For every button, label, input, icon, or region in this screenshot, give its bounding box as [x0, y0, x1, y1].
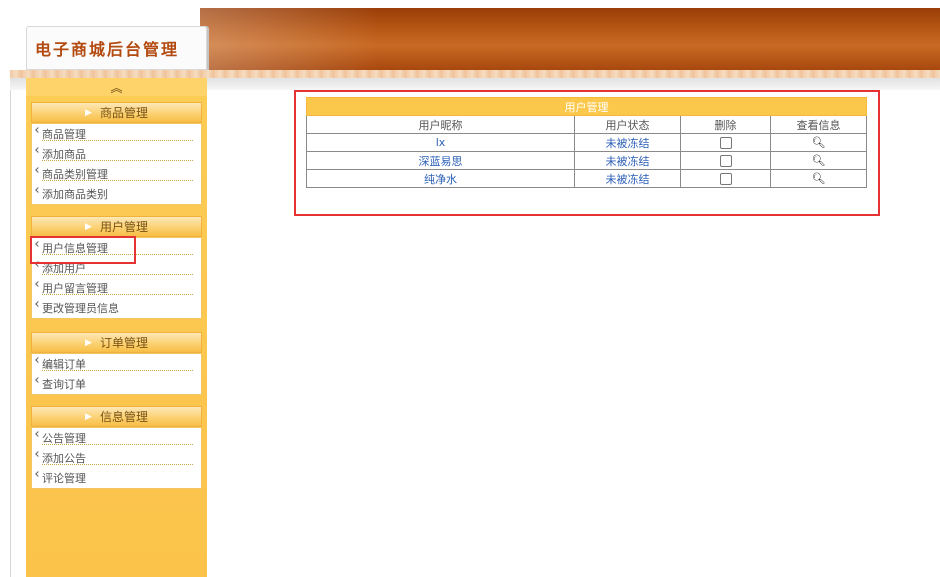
triangle-right-icon: ▶: [85, 411, 92, 422]
corner-icon: [35, 187, 41, 193]
corner-icon: [35, 147, 41, 153]
triangle-right-icon: ▶: [85, 221, 92, 232]
menu-group-goods-items: 商品管理 添加商品 商品类别管理 添加商品类别: [31, 123, 202, 205]
table-row: 纯净水 未被冻结 🔍︎: [306, 169, 867, 188]
sidebar-item-label: 添加商品: [42, 148, 86, 161]
corner-icon: [35, 281, 41, 287]
table-header-row: 用户昵称 用户状态 删除 查看信息: [306, 115, 867, 134]
table-caption: 用户管理: [306, 97, 867, 116]
corner-icon: [35, 377, 41, 383]
corner-icon: [35, 471, 41, 477]
user-table: 用户管理 用户昵称 用户状态 删除 查看信息 lx 未被冻结 🔍︎ 深蓝易思 未…: [306, 97, 867, 188]
corner-icon: [35, 357, 41, 363]
menu-group-title: 商品管理: [99, 106, 148, 120]
user-status: 未被冻结: [574, 169, 681, 188]
menu-group-info[interactable]: ▶ 信息管理: [31, 406, 202, 427]
menu-group-title: 信息管理: [99, 410, 148, 424]
header-banner: [200, 8, 940, 70]
menu-group-title: 订单管理: [99, 336, 148, 350]
sidebar-item-label: 商品类别管理: [42, 168, 108, 181]
left-divider: [10, 90, 11, 577]
corner-icon: [35, 431, 41, 437]
table-row: lx 未被冻结 🔍︎: [306, 133, 867, 152]
sidebar-item-notice-manage[interactable]: 公告管理: [32, 428, 201, 448]
sidebar-item-label: 评论管理: [42, 472, 86, 485]
sidebar-item-label: 查询订单: [42, 378, 86, 391]
delete-checkbox[interactable]: [719, 155, 732, 167]
menu-group-title: 用户管理: [99, 220, 148, 234]
logo: 电子商城后台管理: [26, 26, 207, 70]
sidebar-item-admin-info[interactable]: 更改管理员信息: [32, 298, 201, 318]
sidebar: ︽ ▶ 商品管理 商品管理 添加商品 商品类别管理 添加商品类别 ▶ 用户管理 …: [26, 78, 207, 577]
sidebar-item-comment-manage[interactable]: 评论管理: [32, 468, 201, 488]
col-header-status: 用户状态: [574, 115, 681, 134]
triangle-right-icon: ▶: [85, 337, 92, 348]
sidebar-item-label: 用户留言管理: [42, 282, 108, 295]
view-cell: 🔍︎: [770, 169, 867, 188]
double-chevron-up-icon[interactable]: ︽: [26, 78, 207, 96]
sidebar-item-edit-order[interactable]: 编辑订单: [32, 354, 201, 374]
corner-icon: [35, 167, 41, 173]
magnifier-icon[interactable]: 🔍︎: [812, 136, 826, 149]
delete-cell: [680, 133, 771, 152]
sidebar-item-label: 更改管理员信息: [42, 302, 119, 315]
logo-text: 电子商城后台管理: [35, 40, 180, 59]
selected-item-highlight: [30, 236, 136, 264]
col-header-delete: 删除: [680, 115, 771, 134]
sidebar-item-add-goods[interactable]: 添加商品: [32, 144, 201, 164]
sidebar-item-label: 公告管理: [42, 432, 86, 445]
user-status: 未被冻结: [574, 133, 681, 152]
sidebar-item-label: 添加商品类别: [42, 188, 108, 201]
user-nickname[interactable]: lx: [306, 133, 575, 152]
sidebar-item-label: 商品管理: [42, 128, 86, 141]
menu-group-orders[interactable]: ▶ 订单管理: [31, 332, 202, 353]
menu-group-info-items: 公告管理 添加公告 评论管理: [31, 427, 202, 489]
col-header-nickname: 用户昵称: [306, 115, 575, 134]
table-caption-row: 用户管理: [306, 97, 867, 116]
menu-group-orders-items: 编辑订单 查询订单: [31, 353, 202, 395]
corner-icon: [35, 451, 41, 457]
sidebar-item-user-messages[interactable]: 用户留言管理: [32, 278, 201, 298]
magnifier-icon[interactable]: 🔍︎: [812, 172, 826, 185]
delete-checkbox[interactable]: [719, 137, 732, 149]
view-cell: 🔍︎: [770, 151, 867, 170]
corner-icon: [35, 301, 41, 307]
delete-checkbox[interactable]: [719, 173, 732, 185]
sidebar-item-goods-manage[interactable]: 商品管理: [32, 124, 201, 144]
delete-cell: [680, 169, 771, 188]
table-row: 深蓝易思 未被冻结 🔍︎: [306, 151, 867, 170]
col-header-view: 查看信息: [770, 115, 867, 134]
sidebar-item-label: 编辑订单: [42, 358, 86, 371]
view-cell: 🔍︎: [770, 133, 867, 152]
menu-group-users[interactable]: ▶ 用户管理: [31, 216, 202, 237]
triangle-right-icon: ▶: [85, 107, 92, 118]
sidebar-item-add-category[interactable]: 添加商品类别: [32, 184, 201, 204]
user-nickname[interactable]: 深蓝易思: [306, 151, 575, 170]
delete-cell: [680, 151, 771, 170]
corner-icon: [35, 127, 41, 133]
user-nickname[interactable]: 纯净水: [306, 169, 575, 188]
user-status: 未被冻结: [574, 151, 681, 170]
sidebar-item-goods-category[interactable]: 商品类别管理: [32, 164, 201, 184]
sidebar-item-label: 添加公告: [42, 452, 86, 465]
sidebar-item-query-order[interactable]: 查询订单: [32, 374, 201, 394]
menu-group-goods[interactable]: ▶ 商品管理: [31, 102, 202, 123]
sidebar-item-add-notice[interactable]: 添加公告: [32, 448, 201, 468]
header-stripe: [10, 70, 940, 78]
magnifier-icon[interactable]: 🔍︎: [812, 154, 826, 167]
